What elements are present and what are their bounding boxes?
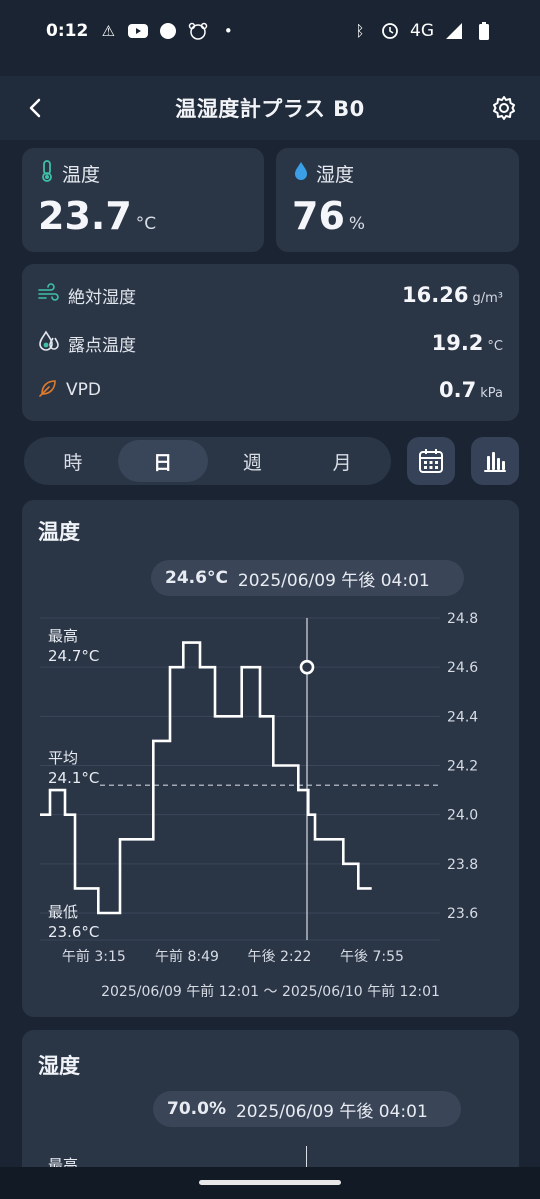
humidity-selected-time: 2025/06/09 午後 04:01 bbox=[235, 1101, 428, 1122]
humidity-cursor bbox=[306, 1146, 307, 1168]
y-tick-label: 24.8 bbox=[447, 611, 478, 627]
status-bar: 0:12 ⚠ • ᛒ 4G bbox=[0, 0, 540, 62]
x-tick-label: 午後 7:55 bbox=[340, 949, 404, 965]
page-title: 温湿度計プラス B0 bbox=[175, 97, 365, 121]
dew-point-unit: °C bbox=[487, 339, 503, 354]
back-arrow-icon bbox=[29, 98, 41, 118]
absolute-humidity-value: 16.26 bbox=[402, 283, 469, 307]
vpd-label: VPD bbox=[66, 380, 101, 400]
dot-icon: • bbox=[223, 22, 233, 40]
dew-point-label: 露点温度 bbox=[68, 335, 136, 356]
absolute-humidity-row: 絶対湿度 16.26 g/m³ bbox=[38, 280, 503, 310]
circle-icon bbox=[158, 21, 178, 41]
home-handle[interactable] bbox=[199, 1180, 341, 1185]
temperature-chart[interactable]: 24.8 24.6 24.4 24.2 24.0 23.8 23.6 午前 3:15 午前 8… bbox=[22, 500, 519, 1017]
humidity-value: 76 bbox=[292, 194, 345, 238]
chart-type-button[interactable] bbox=[471, 437, 519, 485]
bear-icon bbox=[188, 21, 208, 41]
settings-button[interactable] bbox=[486, 90, 522, 126]
y-tick-label: 23.6 bbox=[447, 906, 478, 922]
y-tick-label: 23.8 bbox=[447, 857, 478, 873]
period-selector: 時 日 週 月 bbox=[24, 437, 391, 485]
status-time: 0:12 bbox=[46, 21, 89, 41]
tab-month[interactable]: 月 bbox=[297, 440, 387, 482]
signal-icon bbox=[444, 21, 464, 41]
bluetooth-icon: ᛒ bbox=[355, 22, 365, 40]
details-card: 絶対湿度 16.26 g/m³ 露点温度 19.2 °C VPD 0.7 kPa bbox=[22, 264, 519, 421]
humidity-unit: % bbox=[348, 214, 366, 234]
calendar-icon bbox=[419, 449, 443, 473]
dew-point-value: 19.2 bbox=[431, 331, 484, 355]
tab-hour[interactable]: 時 bbox=[28, 440, 118, 482]
selected-point[interactable] bbox=[299, 659, 315, 675]
y-tick-label: 24.2 bbox=[447, 759, 478, 775]
vpd-unit: kPa bbox=[480, 386, 503, 401]
back-button[interactable] bbox=[18, 90, 54, 126]
y-tick-label: 24.6 bbox=[447, 660, 478, 676]
calendar-button[interactable] bbox=[407, 437, 455, 485]
min-label: 最低 bbox=[48, 903, 78, 921]
avg-value: 24.1°C bbox=[48, 769, 99, 787]
temperature-unit: °C bbox=[135, 214, 157, 234]
absolute-humidity-unit: g/m³ bbox=[472, 291, 503, 306]
thermometer-icon bbox=[40, 160, 54, 187]
app-bar: 温湿度計プラス B0 bbox=[0, 76, 540, 140]
dew-icon bbox=[38, 329, 60, 357]
temperature-chart-card: 温度 24.6°C 2025/06/09 午後 04:01 24.8 24.6 24… bbox=[22, 500, 519, 1017]
wind-icon bbox=[38, 282, 60, 308]
youtube-icon bbox=[128, 21, 149, 41]
y-tick-label: 24.4 bbox=[447, 709, 478, 725]
max-label: 最高 bbox=[48, 627, 78, 645]
humidity-selected-chip: 70.0% 2025/06/09 午後 04:01 bbox=[153, 1091, 461, 1127]
tab-day[interactable]: 日 bbox=[117, 440, 208, 482]
tab-week[interactable]: 週 bbox=[208, 440, 298, 482]
warning-icon: ⚠ bbox=[101, 22, 116, 40]
system-nav-bar bbox=[0, 1167, 540, 1199]
humidity-selected-value: 70.0% bbox=[167, 1099, 226, 1119]
avg-label: 平均 bbox=[48, 749, 78, 767]
temperature-value: 23.7 bbox=[38, 194, 132, 238]
alarm-icon bbox=[380, 21, 400, 41]
vpd-value: 0.7 bbox=[439, 378, 477, 402]
humidity-label: 湿度 bbox=[316, 164, 355, 186]
droplet-icon bbox=[294, 161, 308, 186]
battery-icon bbox=[474, 21, 494, 41]
humidity-card: 湿度 76 % bbox=[276, 148, 519, 252]
gear-icon bbox=[493, 96, 515, 120]
humidity-chart-title: 湿度 bbox=[38, 1054, 80, 1078]
leaf-icon bbox=[38, 378, 58, 403]
absolute-humidity-label: 絶対湿度 bbox=[68, 287, 136, 308]
x-tick-label: 午後 2:22 bbox=[248, 949, 312, 965]
x-tick-label: 午前 3:15 bbox=[62, 948, 126, 965]
date-range: 2025/06/09 午前 12:01 〜 2025/06/10 午前 12:0… bbox=[101, 984, 440, 1000]
y-tick-label: 24.0 bbox=[447, 808, 478, 824]
x-tick-label: 午前 8:49 bbox=[155, 948, 219, 965]
temperature-label: 温度 bbox=[62, 164, 101, 186]
network-type: 4G bbox=[410, 21, 434, 41]
vpd-row: VPD 0.7 kPa bbox=[38, 375, 503, 405]
dew-point-row: 露点温度 19.2 °C bbox=[38, 328, 503, 358]
bar-chart-icon bbox=[484, 452, 506, 472]
max-value: 24.7°C bbox=[48, 647, 99, 665]
min-value: 23.6°C bbox=[48, 923, 99, 941]
temperature-card: 温度 23.7 °C bbox=[22, 148, 264, 252]
